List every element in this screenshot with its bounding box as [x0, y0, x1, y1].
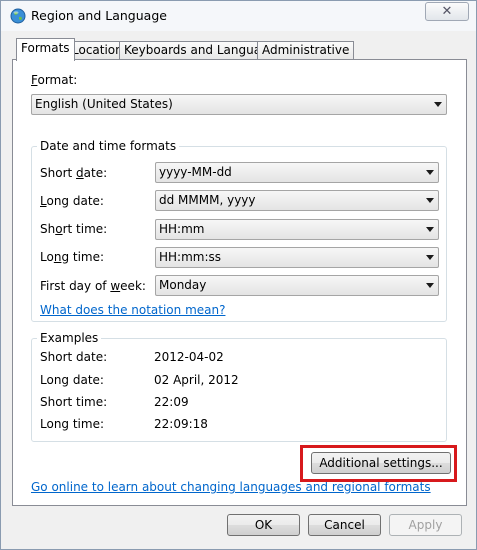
short-time-label: Short time: — [40, 222, 108, 236]
chevron-down-icon — [426, 170, 434, 175]
ok-button[interactable]: OK — [227, 514, 300, 536]
tab-formats[interactable]: Formats — [16, 38, 75, 61]
notation-help-link[interactable]: What does the notation mean? — [40, 303, 225, 317]
long-time-value: HH:mm:ss — [159, 250, 222, 264]
chevron-down-icon — [434, 102, 442, 107]
title-bar: Region and Language ✕ — [1, 1, 476, 31]
example-long-time-value: 22:09:18 — [154, 417, 208, 431]
example-short-date-value: 2012-04-02 — [154, 350, 224, 364]
long-time-label: Long time: — [40, 250, 105, 264]
chevron-down-icon — [426, 283, 434, 288]
globe-icon — [10, 8, 26, 24]
short-date-select[interactable]: yyyy-MM-dd — [155, 162, 439, 183]
formats-panel: Format: English (United States) Date and… — [12, 59, 467, 506]
long-date-value: dd MMMM, yyyy — [159, 193, 256, 207]
example-short-time-label: Short time: — [40, 395, 108, 409]
example-long-time-label: Long time: — [40, 417, 105, 431]
first-day-of-week-select[interactable]: Monday — [155, 275, 439, 296]
examples-title: Examples — [37, 331, 102, 345]
example-long-date-label: Long date: — [40, 373, 104, 387]
long-time-select[interactable]: HH:mm:ss — [155, 247, 439, 268]
chevron-down-icon — [426, 255, 434, 260]
apply-button[interactable]: Apply — [389, 514, 462, 536]
format-label: Format: — [31, 73, 78, 87]
window-title: Region and Language — [31, 8, 167, 23]
short-date-value: yyyy-MM-dd — [159, 165, 232, 179]
example-short-time-value: 22:09 — [154, 395, 189, 409]
example-short-date-label: Short date: — [40, 350, 108, 364]
long-date-label: Long date: — [40, 194, 104, 208]
first-day-value: Monday — [159, 278, 207, 292]
region-language-dialog: Region and Language ✕ Formats Location K… — [0, 0, 477, 550]
long-date-select[interactable]: dd MMMM, yyyy — [155, 190, 439, 211]
chevron-down-icon — [426, 198, 434, 203]
chevron-down-icon — [426, 227, 434, 232]
first-day-of-week-label: First day of week: — [40, 279, 146, 293]
short-time-select[interactable]: HH:mm — [155, 219, 439, 240]
cancel-button[interactable]: Cancel — [308, 514, 381, 536]
online-languages-link[interactable]: Go online to learn about changing langua… — [31, 480, 431, 494]
tab-administrative[interactable]: Administrative — [257, 41, 355, 60]
close-button[interactable]: ✕ — [425, 2, 469, 21]
short-date-label: Short date: — [40, 166, 108, 180]
format-select[interactable]: English (United States) — [31, 94, 447, 115]
short-time-value: HH:mm — [159, 222, 205, 236]
highlight-annotation — [300, 445, 457, 482]
close-icon: ✕ — [441, 4, 453, 19]
format-value: English (United States) — [35, 97, 173, 111]
date-time-formats-title: Date and time formats — [37, 139, 180, 153]
example-long-date-value: 02 April, 2012 — [154, 373, 239, 387]
